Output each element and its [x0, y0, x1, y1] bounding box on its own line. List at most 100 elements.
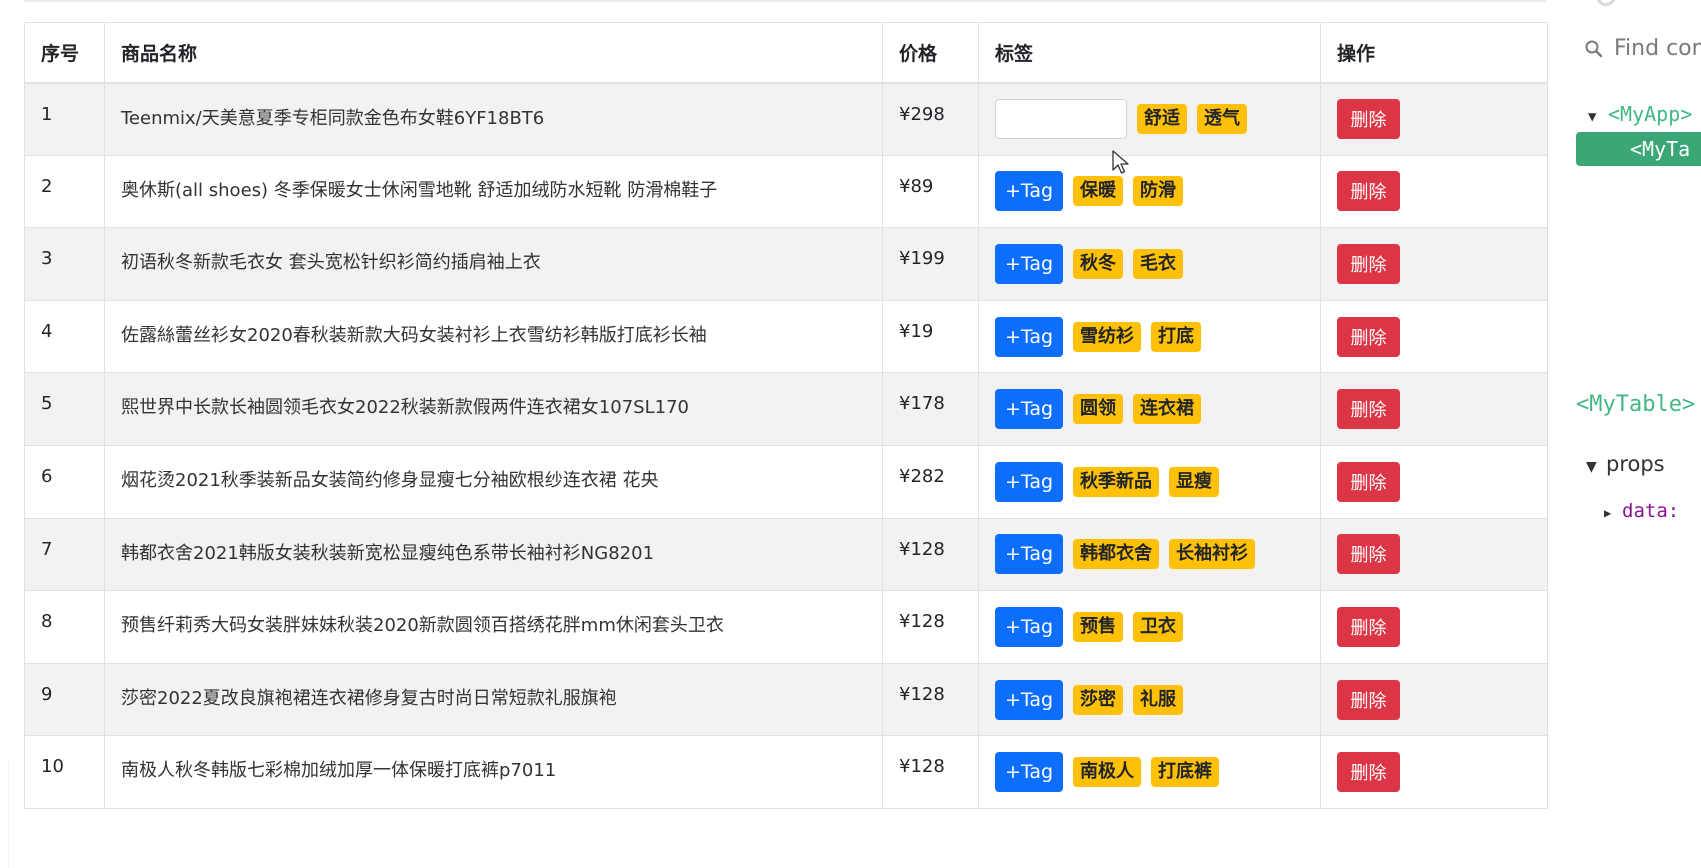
delete-button[interactable]: 删除 [1337, 99, 1400, 140]
product-name: 烟花烫2021秋季装新品女装简约修身显瘦七分袖欧根纱连衣裙 花央 [104, 444, 883, 519]
row-index: 2 [24, 154, 105, 229]
product-price: ¥298 [882, 82, 979, 156]
props-label: props [1606, 452, 1665, 476]
row-index: 6 [24, 444, 105, 519]
tag-badge: 卫衣 [1133, 611, 1183, 642]
product-price: ¥19 [882, 299, 979, 374]
tag-badge: 毛衣 [1133, 248, 1183, 279]
actions-cell: 删除 [1320, 299, 1548, 374]
add-tag-button[interactable]: +Tag [995, 606, 1063, 647]
row-index: 1 [24, 82, 105, 156]
search-input[interactable]: Find com [1614, 36, 1701, 61]
header-price: 价格 [882, 22, 979, 84]
tags-cell: +Tag 莎密 礼服 [978, 662, 1321, 737]
tags-container: +Tag 莎密 礼服 [995, 679, 1304, 720]
actions-cell: 删除 [1320, 82, 1548, 156]
header-tags: 标签 [978, 22, 1321, 84]
caret-down-icon[interactable]: ▼ [1586, 459, 1606, 475]
devtools-logo-icon [1596, 0, 1616, 6]
product-price: ¥282 [882, 444, 979, 519]
component-search[interactable]: Find com [1584, 36, 1701, 61]
tags-cell: +Tag 雪纺衫 打底 [978, 299, 1321, 374]
tree-node-myapp-label: <MyApp> [1608, 102, 1693, 126]
tag-badge: 雪纺衫 [1073, 321, 1141, 352]
product-price: ¥199 [882, 227, 979, 301]
delete-button[interactable]: 删除 [1337, 389, 1400, 430]
tags-container: +Tag 圆领 连衣裙 [995, 389, 1304, 430]
product-price: ¥128 [882, 662, 979, 737]
tags-cell: +Tag 秋冬 毛衣 [978, 227, 1321, 301]
row-index: 3 [24, 227, 105, 301]
delete-button[interactable]: 删除 [1337, 534, 1400, 575]
product-name: Teenmix/天美意夏季专柜同款金色布女鞋6YF18BT6 [104, 82, 883, 156]
tags-container: +Tag 南极人 打底裤 [995, 752, 1304, 793]
tree-node-mytable-selected[interactable]: <MyTa [1576, 132, 1701, 166]
new-tag-input[interactable] [995, 99, 1127, 140]
product-price: ¥128 [882, 517, 979, 592]
row-index: 7 [24, 517, 105, 592]
tag-badge: 预售 [1073, 611, 1123, 642]
tag-badge: 秋季新品 [1073, 466, 1159, 497]
tags-container: +Tag 韩都衣舍 长袖衬衫 [995, 534, 1304, 575]
product-name: 莎密2022夏改良旗袍裙连衣裙修身复古时尚日常短款礼服旗袍 [104, 662, 883, 737]
table-row: 10 南极人秋冬韩版七彩棉加绒加厚一体保暖打底裤p7011 ¥128 +Tag 南极人打… [24, 735, 1548, 809]
delete-button[interactable]: 删除 [1337, 679, 1400, 720]
selected-component-title: <MyTable> [1576, 392, 1696, 417]
actions-cell: 删除 [1320, 517, 1548, 592]
goods-table: 序号 商品名称 价格 标签 操作 1 Teenmix/天美意夏季专柜同款金色布女鞋… [24, 22, 1548, 809]
product-name: 熙世界中长款长袖圆领毛衣女2022秋装新款假两件连衣裙女107SL170 [104, 372, 883, 446]
table-row: 9 莎密2022夏改良旗袍裙连衣裙修身复古时尚日常短款礼服旗袍 ¥128 +Tag 莎密… [24, 662, 1548, 737]
tags-container: +Tag 秋季新品 显瘦 [995, 461, 1304, 502]
add-tag-button[interactable]: +Tag [995, 243, 1063, 284]
add-tag-button[interactable]: +Tag [995, 171, 1063, 212]
delete-button[interactable]: 删除 [1337, 243, 1400, 284]
product-name: 韩都衣舍2021韩版女装秋装新宽松显瘦纯色系带长袖衬衫NG8201 [104, 517, 883, 592]
row-index: 5 [24, 372, 105, 446]
actions-cell: 删除 [1320, 372, 1548, 446]
tag-badge: 连衣裙 [1133, 394, 1201, 425]
add-tag-button[interactable]: +Tag [995, 534, 1063, 575]
header-actions: 操作 [1320, 22, 1548, 84]
add-tag-button[interactable]: +Tag [995, 461, 1063, 502]
product-name: 预售纤莉秀大码女装胖妹妹秋装2020新款圆领百搭绣花胖mm休闲套头卫衣 [104, 590, 883, 664]
tag-badge: 长袖衬衫 [1169, 539, 1255, 570]
tag-badge: 舒适 [1137, 104, 1187, 135]
caret-down-icon[interactable]: ▼ [1588, 109, 1608, 125]
actions-cell: 删除 [1320, 662, 1548, 737]
add-tag-button[interactable]: +Tag [995, 752, 1063, 793]
add-tag-button[interactable]: +Tag [995, 389, 1063, 430]
product-price: ¥128 [882, 735, 979, 809]
prop-data-key: data: [1622, 500, 1680, 522]
delete-button[interactable]: 删除 [1337, 461, 1400, 502]
table-row: 7 韩都衣舍2021韩版女装秋装新宽松显瘦纯色系带长袖衬衫NG8201 ¥128 +T… [24, 517, 1548, 592]
actions-cell: 删除 [1320, 735, 1548, 809]
props-section[interactable]: ▼ props [1586, 452, 1665, 476]
row-index: 4 [24, 299, 105, 374]
delete-button[interactable]: 删除 [1337, 606, 1400, 647]
table-row: 6 烟花烫2021秋季装新品女装简约修身显瘦七分袖欧根纱连衣裙 花央 ¥282 +Ta… [24, 444, 1548, 519]
tags-cell: +Tag 保暖 防滑 [978, 154, 1321, 229]
tag-badge: 打底 [1151, 321, 1201, 352]
tag-badge: 打底裤 [1151, 757, 1219, 788]
actions-cell: 删除 [1320, 444, 1548, 519]
mouse-cursor-icon [1112, 150, 1129, 174]
goods-table-container: 序号 商品名称 价格 标签 操作 1 Teenmix/天美意夏季专柜同款金色布女鞋… [24, 22, 1548, 809]
delete-button[interactable]: 删除 [1337, 316, 1400, 357]
delete-button[interactable]: 删除 [1337, 752, 1400, 793]
tag-badge: 秋冬 [1073, 248, 1123, 279]
tag-badge: 南极人 [1073, 757, 1141, 788]
tag-badge: 圆领 [1073, 394, 1123, 425]
header-name: 商品名称 [104, 22, 883, 84]
tag-badge: 显瘦 [1169, 466, 1219, 497]
delete-button[interactable]: 删除 [1337, 171, 1400, 212]
add-tag-button[interactable]: +Tag [995, 316, 1063, 357]
caret-right-icon[interactable]: ▶ [1604, 506, 1622, 520]
prop-data-row[interactable]: ▶ data: [1604, 500, 1679, 522]
table-row: 3 初语秋冬新款毛衣女 套头宽松针织衫简约插肩袖上衣 ¥199 +Tag 秋冬 毛衣 删除 [24, 227, 1548, 301]
tags-cell: +Tag 韩都衣舍 长袖衬衫 [978, 517, 1321, 592]
tree-node-myapp[interactable]: ▼ <MyApp> [1588, 102, 1692, 126]
tag-badge: 保暖 [1073, 176, 1123, 207]
product-name: 奥休斯(all shoes) 冬季保暖女士休闲雪地靴 舒适加绒防水短靴 防滑棉鞋… [104, 154, 883, 229]
add-tag-button[interactable]: +Tag [995, 679, 1063, 720]
product-name: 南极人秋冬韩版七彩棉加绒加厚一体保暖打底裤p7011 [104, 735, 883, 809]
